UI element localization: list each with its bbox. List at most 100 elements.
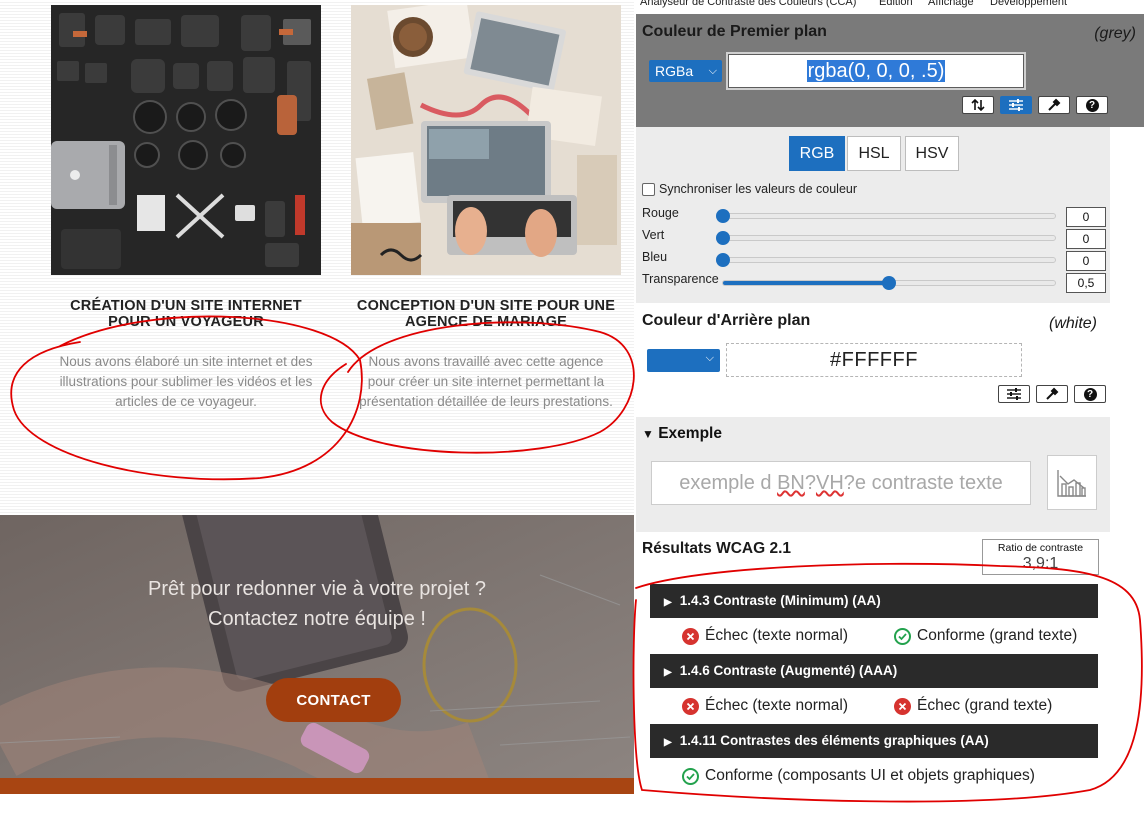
card-description-voyageur: Nous avons élaboré un site internet et d… bbox=[41, 352, 331, 412]
website-viewport: CRÉATION D'UN SITE INTERNET POUR UN VOYA… bbox=[0, 0, 634, 813]
menu-bar: Analyseur de Contraste des Couleurs (CCA… bbox=[634, 0, 1146, 11]
card-text-line: Nous avons élaboré un site internet et d… bbox=[59, 354, 313, 369]
transparency-value-input[interactable]: 0,5 bbox=[1066, 273, 1106, 293]
green-slider[interactable] bbox=[716, 231, 1056, 245]
camera-gear-photo bbox=[51, 5, 321, 275]
sync-checkbox[interactable] bbox=[642, 183, 655, 196]
card-title-line: CRÉATION D'UN SITE INTERNET bbox=[70, 298, 302, 314]
sliders-icon bbox=[1009, 99, 1023, 111]
blue-slider[interactable] bbox=[716, 253, 1056, 267]
card-title-line: CONCEPTION D'UN SITE POUR UNE bbox=[356, 298, 616, 314]
result-fail: Échec (grand texte) bbox=[894, 697, 1052, 715]
foreground-color-value: rgba(0, 0, 0, .5) bbox=[806, 60, 946, 82]
hero-heading-line1: Prêt pour redonner vie à votre projet ? bbox=[148, 578, 486, 600]
foreground-color-input[interactable]: rgba(0, 0, 0, .5) bbox=[726, 52, 1026, 90]
background-sliders-button[interactable] bbox=[998, 385, 1030, 403]
criterion-label: 1.4.3 Contraste (Minimum) (AA) bbox=[679, 593, 881, 608]
background-eyedropper-button[interactable] bbox=[1036, 385, 1068, 403]
contact-button[interactable]: CONTACT bbox=[266, 678, 401, 722]
card-description-mariage: Nous avons travaillé avec cette agence p… bbox=[338, 352, 634, 412]
criterion-1-4-6[interactable]: ▶ 1.4.6 Contraste (Augmenté) (AAA) bbox=[650, 654, 1098, 688]
triangle-right-icon: ▶ bbox=[664, 597, 672, 608]
tab-hsv[interactable]: HSV bbox=[905, 136, 959, 171]
example-graphic-button[interactable] bbox=[1047, 455, 1097, 510]
desk-laptop-photo bbox=[351, 5, 621, 275]
criterion-1-4-3[interactable]: ▶ 1.4.3 Contraste (Minimum) (AA) bbox=[650, 584, 1098, 618]
example-header: Exemple bbox=[658, 425, 722, 442]
channel-label-green: Vert bbox=[642, 228, 665, 242]
chart-icon bbox=[1057, 469, 1086, 497]
red-slider[interactable] bbox=[716, 209, 1056, 223]
background-title: Couleur d'Arrière plan bbox=[642, 312, 811, 329]
triangle-right-icon: ▶ bbox=[664, 737, 672, 748]
eyedropper-button[interactable] bbox=[1038, 96, 1070, 114]
tab-rgb[interactable]: RGB bbox=[789, 136, 845, 171]
result-text: Échec (grand texte) bbox=[917, 697, 1053, 714]
color-format-value: RGBa bbox=[655, 63, 694, 79]
help-icon: ? bbox=[1083, 387, 1097, 401]
example-text-misspelled: VH bbox=[815, 472, 844, 494]
hero-heading-line2: Contactez notre équipe ! bbox=[208, 608, 426, 630]
card-title-line: AGENCE DE MARIAGE bbox=[404, 314, 568, 330]
sliders-toggle-button[interactable] bbox=[1000, 96, 1032, 114]
pass-icon bbox=[682, 767, 699, 785]
fail-icon bbox=[682, 697, 699, 715]
result-text: Échec (texte normal) bbox=[705, 627, 848, 644]
chevron-down-icon: ⌵ bbox=[708, 65, 717, 77]
example-toggle[interactable]: ▼ Exemple bbox=[642, 425, 722, 443]
blue-value-input[interactable]: 0 bbox=[1066, 251, 1106, 271]
contrast-analyser-window: Analyseur de Contraste des Couleurs (CCA… bbox=[634, 0, 1146, 813]
red-value-input[interactable]: 0 bbox=[1066, 207, 1106, 227]
slider-fill bbox=[723, 281, 889, 285]
tab-hsl[interactable]: HSL bbox=[847, 136, 901, 171]
channel-label-red: Rouge bbox=[642, 206, 679, 220]
channel-label-blue: Bleu bbox=[642, 250, 668, 264]
results-title: Résultats WCAG 2.1 bbox=[642, 540, 792, 557]
example-text-part: exemple d bbox=[679, 472, 778, 494]
chevron-down-icon: ⌵ bbox=[705, 352, 714, 364]
sync-label: Synchroniser les valeurs de couleur bbox=[659, 182, 858, 196]
card-text-line: articles de ce voyageur. bbox=[115, 394, 257, 409]
foreground-color-name: (grey) bbox=[1094, 25, 1136, 42]
background-format-select[interactable]: ⌵ bbox=[647, 349, 720, 372]
footer-accent-bar bbox=[0, 778, 634, 794]
criterion-1-4-11[interactable]: ▶ 1.4.11 Contrastes des éléments graphiqu… bbox=[650, 724, 1098, 758]
pass-icon bbox=[894, 627, 911, 645]
triangle-down-icon: ▼ bbox=[642, 427, 654, 441]
green-value-input[interactable]: 0 bbox=[1066, 229, 1106, 249]
result-text: Conforme (composants UI et objets graphi… bbox=[705, 767, 1035, 784]
result-pass: Conforme (grand texte) bbox=[894, 627, 1077, 645]
eyedropper-icon bbox=[1048, 98, 1061, 111]
swap-colors-button[interactable] bbox=[962, 96, 994, 114]
background-color-input[interactable]: #FFFFFF bbox=[726, 343, 1022, 377]
card-text-line: Nous avons travaillé avec cette agence bbox=[368, 354, 604, 369]
triangle-right-icon: ▶ bbox=[664, 667, 672, 678]
channel-label-transparency: Transparence bbox=[642, 272, 719, 286]
transparency-slider[interactable] bbox=[722, 276, 1056, 290]
foreground-panel: Couleur de Premier plan (grey) RGBa ⌵ rg… bbox=[636, 14, 1144, 127]
result-fail: Échec (texte normal) bbox=[682, 697, 848, 715]
result-text: Conforme (grand texte) bbox=[917, 627, 1078, 644]
menu-developpement[interactable]: Développement bbox=[990, 0, 1067, 8]
color-format-select[interactable]: RGBa ⌵ bbox=[649, 60, 722, 82]
example-text-preview[interactable]: exemple d BN?VH?e contraste texte bbox=[651, 461, 1031, 505]
menu-app-title[interactable]: Analyseur de Contraste des Couleurs (CCA… bbox=[640, 0, 856, 8]
slider-thumb[interactable] bbox=[716, 253, 730, 267]
menu-affichage[interactable]: Affichage bbox=[928, 0, 974, 8]
result-pass: Conforme (composants UI et objets graphi… bbox=[682, 767, 1035, 785]
menu-edition[interactable]: Edition bbox=[879, 0, 913, 8]
example-text-part: ? bbox=[804, 472, 816, 494]
sliders-icon bbox=[1007, 388, 1021, 400]
slider-thumb[interactable] bbox=[716, 231, 730, 245]
card-title-mariage: CONCEPTION D'UN SITE POUR UNE AGENCE DE … bbox=[346, 298, 626, 330]
fail-icon bbox=[894, 697, 911, 715]
card-title-line: POUR UN VOYAGEUR bbox=[108, 314, 264, 330]
background-color-name: (white) bbox=[1049, 315, 1098, 332]
fail-icon bbox=[682, 627, 699, 645]
background-help-button[interactable]: ? bbox=[1074, 385, 1106, 403]
help-button[interactable]: ? bbox=[1076, 96, 1108, 114]
example-text-misspelled: BN bbox=[777, 472, 805, 494]
slider-thumb[interactable] bbox=[716, 209, 730, 223]
card-text-line: pour créer un site internet permettant l… bbox=[367, 374, 605, 389]
slider-thumb[interactable] bbox=[882, 276, 896, 290]
